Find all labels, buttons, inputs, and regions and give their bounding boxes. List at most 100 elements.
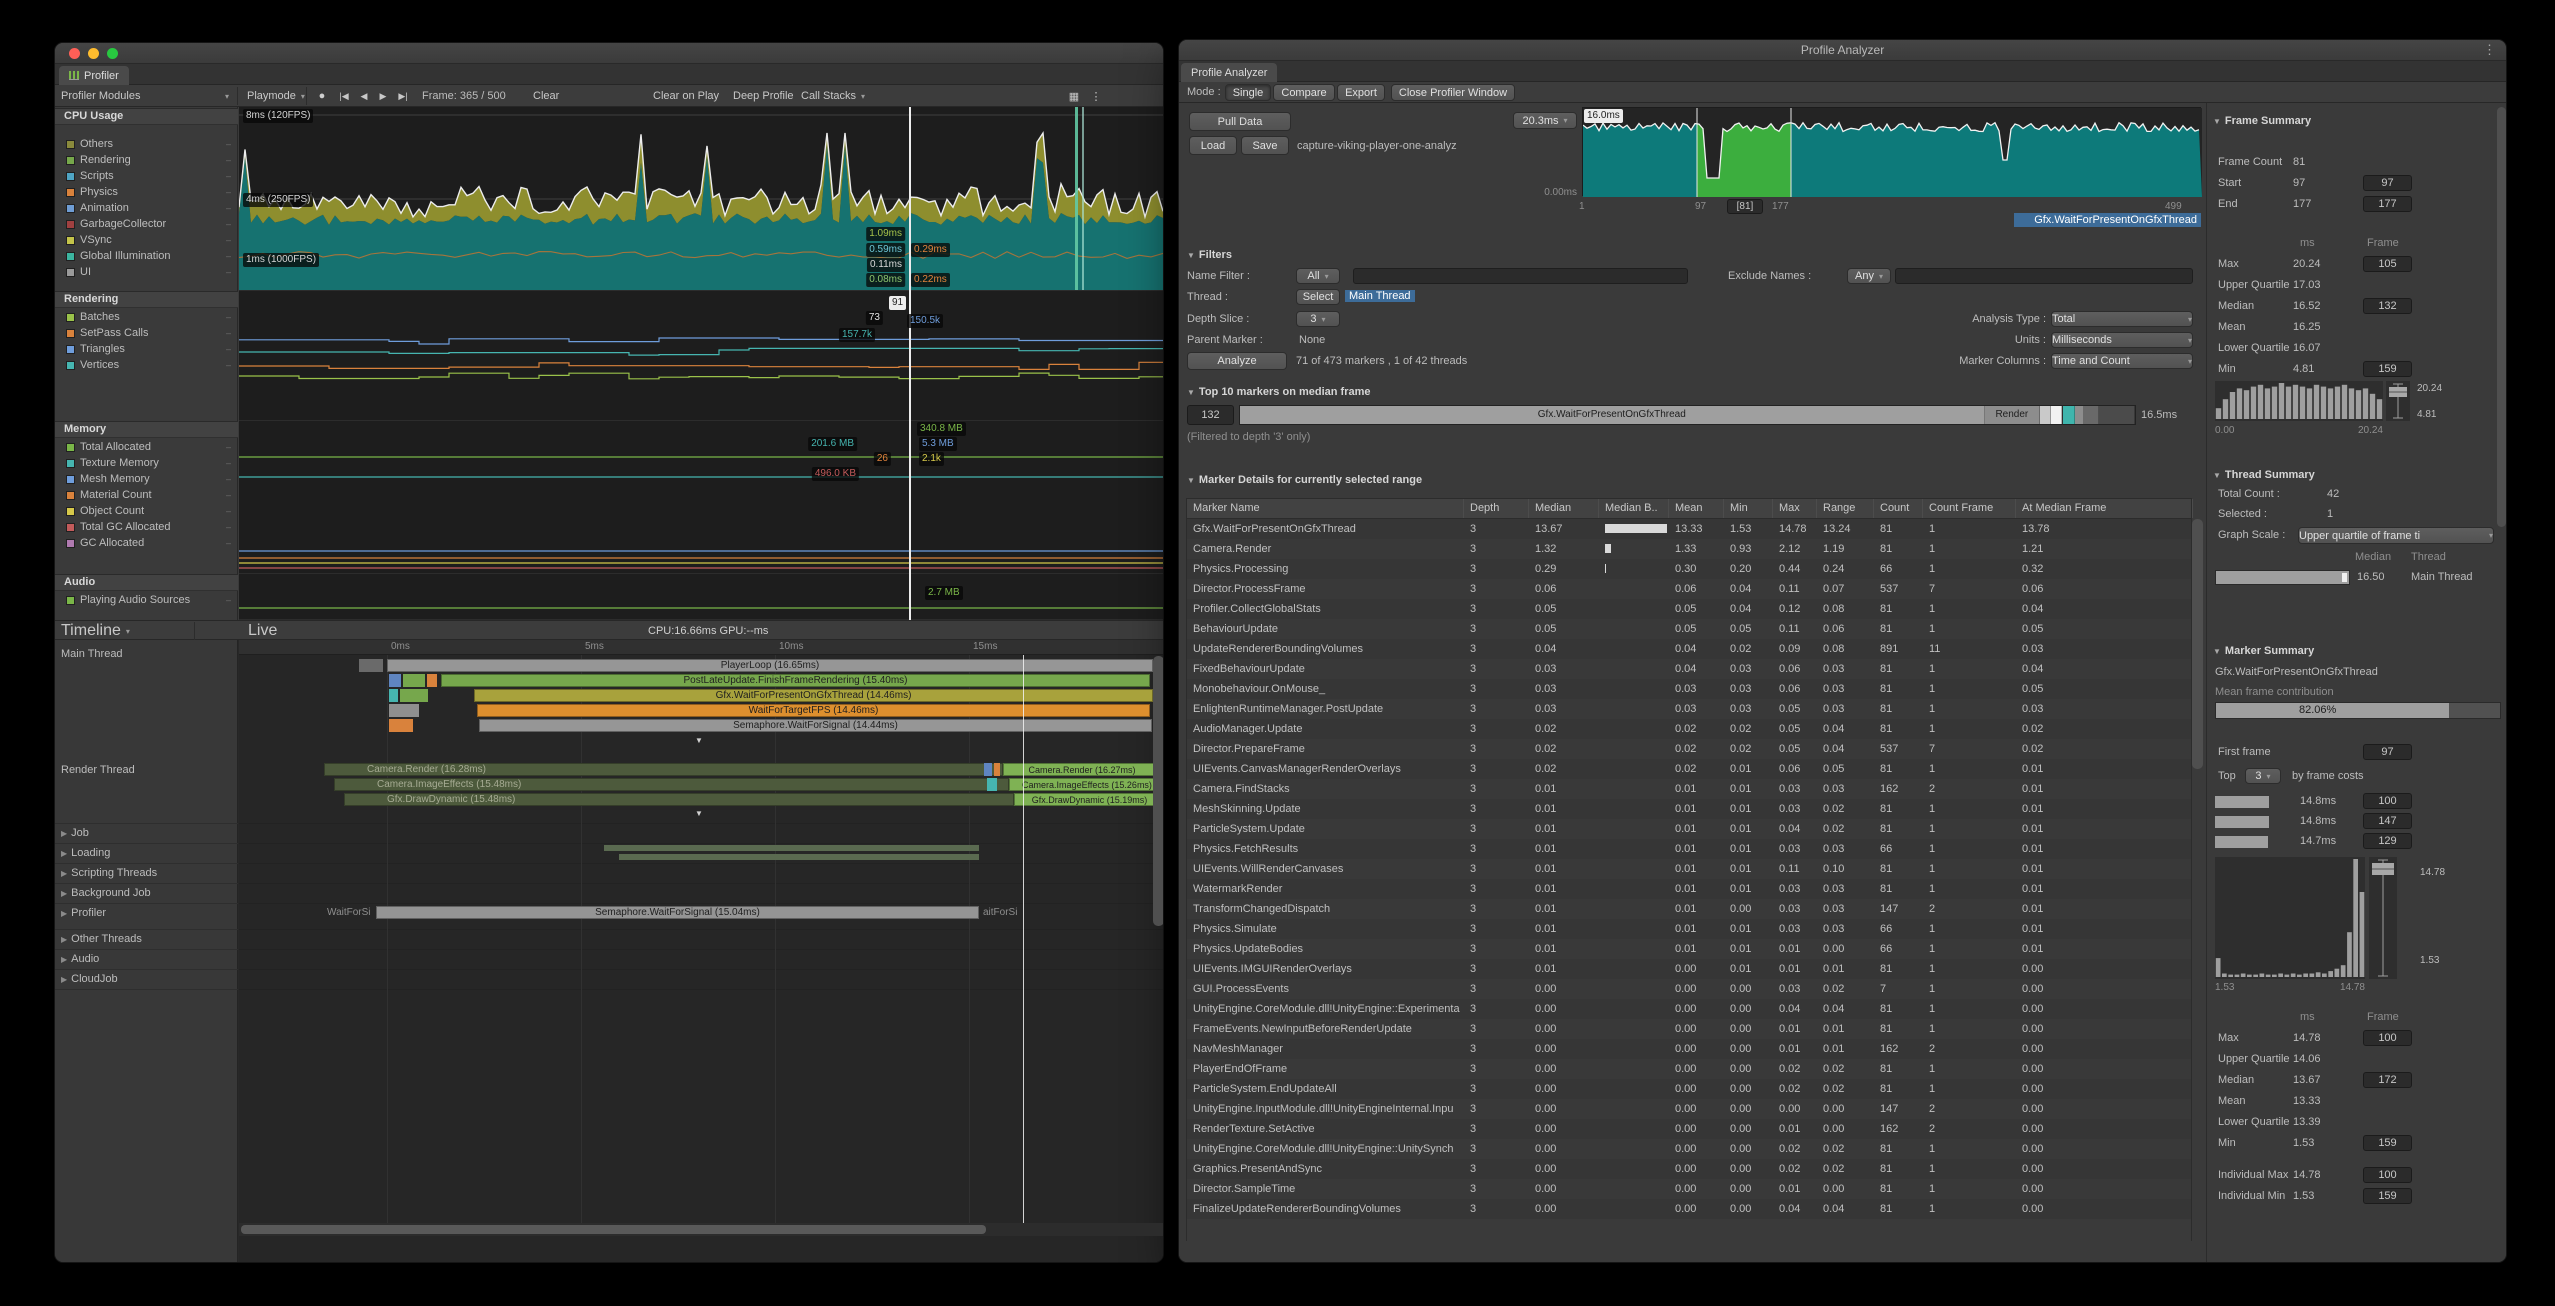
module-item-global-illumination[interactable]: Global Illumination– — [55, 248, 238, 264]
playmode-dropdown[interactable]: Playmode ▾ — [241, 87, 307, 105]
timeline-thread-audio[interactable]: ▶Audio — [61, 953, 99, 965]
median-frame-button[interactable]: 132 — [1187, 405, 1234, 425]
module-item-total-gc-allocated[interactable]: Total GC Allocated– — [55, 519, 238, 535]
module-header-audio[interactable]: Audio — [55, 574, 238, 591]
timeline-segment[interactable] — [427, 674, 437, 687]
frame-time-histogram[interactable] — [2215, 381, 2383, 421]
thread-select-button[interactable]: Select — [1296, 289, 1340, 305]
profiler-charts[interactable]: 8ms (120FPS)4ms (250FPS)1ms (1000FPS)1.0… — [239, 107, 1164, 620]
module-item-vertices[interactable]: Vertices– — [55, 357, 238, 373]
pull-data-button[interactable]: Pull Data — [1189, 112, 1291, 131]
timeline-bar-semaphore-waitforsignal[interactable]: Semaphore.WaitForSignal (14.44ms) — [479, 719, 1152, 732]
timeline-bar-thin[interactable] — [604, 845, 979, 851]
call-stacks-dropdown[interactable]: Call Stacks ▾ — [795, 87, 871, 105]
first-frame-button[interactable]: |◀ — [334, 87, 354, 105]
tab-profiler[interactable]: Profiler — [59, 66, 129, 85]
table-scrollbar[interactable] — [2192, 519, 2203, 769]
frame-summary-stat-frame-button[interactable]: 159 — [2363, 361, 2412, 377]
frame-time-chart[interactable] — [1582, 107, 2201, 196]
module-item-setpass-calls[interactable]: SetPass Calls– — [55, 325, 238, 341]
timeline-segment[interactable] — [403, 674, 425, 687]
table-row[interactable]: Camera.FindStacks30.010.010.010.030.0316… — [1187, 779, 2191, 799]
name-filter-input[interactable] — [1353, 268, 1688, 284]
table-row[interactable]: Monobehaviour.OnMouse_30.030.030.030.060… — [1187, 679, 2191, 699]
top10-segment[interactable] — [2040, 406, 2051, 424]
table-row[interactable]: WatermarkRender30.010.010.010.030.038110… — [1187, 879, 2191, 899]
timeline-bar-postlateupdate-finishframerendering[interactable]: PostLateUpdate.FinishFrameRendering (15.… — [441, 674, 1150, 687]
module-header-cpu-usage[interactable]: CPU Usage — [55, 108, 238, 125]
timeline-ruler[interactable] — [239, 640, 1164, 655]
table-row[interactable]: Director.SampleTime30.000.000.000.010.00… — [1187, 1179, 2191, 1199]
timeline-thread-job[interactable]: ▶Job — [61, 827, 89, 839]
frame-summary-header[interactable]: ▼Frame Summary — [2213, 115, 2311, 127]
timeline-bar-waitfortargetfps[interactable]: WaitForTargetFPS (14.46ms) — [477, 704, 1150, 717]
timeline-thread-background-job[interactable]: ▶Background Job — [61, 887, 151, 899]
marker-summary-stat-frame-button[interactable]: 100 — [2363, 1167, 2412, 1183]
column-header-at-median-frame[interactable]: At Median Frame — [2016, 499, 2193, 518]
marker-summary-stat-frame-button[interactable]: 159 — [2363, 1188, 2412, 1204]
timeline-segment[interactable] — [994, 763, 1000, 776]
close-profiler-window-button[interactable]: Close Profiler Window — [1391, 84, 1515, 101]
table-row[interactable]: UnityEngine.InputModule.dll!UnityEngineI… — [1187, 1099, 2191, 1119]
save-button[interactable]: Save — [1241, 136, 1289, 155]
timeline-horizontal-scrollbar[interactable] — [239, 1223, 1164, 1236]
top10-segment[interactable] — [2099, 406, 2135, 424]
timeline-bar-camera-imageeffects[interactable]: Camera.ImageEffects (15.26ms) — [1009, 778, 1164, 791]
mode-button-compare[interactable]: Compare — [1273, 84, 1335, 101]
record-button[interactable]: ● — [313, 87, 331, 105]
timeline-bar-dim[interactable]: Camera.Render (16.28ms) — [324, 763, 1003, 776]
exclude-mode-dropdown[interactable]: Any▾ — [1847, 268, 1891, 284]
module-item-physics[interactable]: Physics– — [55, 184, 238, 200]
table-row[interactable]: RenderTexture.SetActive30.000.000.000.01… — [1187, 1119, 2191, 1139]
marker-summary-stat-frame-button[interactable]: 100 — [2363, 1030, 2412, 1046]
name-filter-mode-dropdown[interactable]: All▾ — [1296, 268, 1340, 284]
marker-time-histogram[interactable] — [2215, 857, 2365, 979]
timeline-thread-cloudjob[interactable]: ▶CloudJob — [61, 973, 118, 985]
table-row[interactable]: BehaviourUpdate30.050.050.050.110.068110… — [1187, 619, 2191, 639]
column-header-marker-name[interactable]: Marker Name — [1187, 499, 1464, 518]
table-row[interactable]: ParticleSystem.Update30.010.010.010.040.… — [1187, 819, 2191, 839]
filters-section-header[interactable]: ▼Filters — [1187, 249, 1232, 261]
table-row[interactable]: UpdateRendererBoundingVolumes30.040.040.… — [1187, 639, 2191, 659]
top10-segment[interactable] — [2075, 406, 2084, 424]
fold-arrow-icon[interactable]: ▼ — [695, 809, 703, 818]
timeline-segment[interactable] — [389, 719, 413, 732]
table-row[interactable]: Physics.Simulate30.010.010.010.030.03661… — [1187, 919, 2191, 939]
next-frame-button[interactable]: ▶ — [374, 87, 392, 105]
timeline-segment[interactable] — [400, 689, 428, 702]
timeline-thread-other-threads[interactable]: ▶Other Threads — [61, 933, 142, 945]
start-frame-button[interactable]: 97 — [2363, 175, 2412, 191]
top10-section-header[interactable]: ▼Top 10 markers on median frame — [1187, 386, 1371, 398]
exclude-names-input[interactable] — [1895, 268, 2193, 284]
column-header-depth[interactable]: Depth — [1464, 499, 1529, 518]
analyzer-titlebar[interactable]: Profile Analyzer ⋮ — [1179, 40, 2506, 61]
column-header-mean[interactable]: Mean — [1669, 499, 1724, 518]
timeline-bar-semaphore[interactable]: Semaphore.WaitForSignal (15.04ms) — [376, 906, 979, 919]
timeline-segment[interactable] — [389, 674, 401, 687]
timeline-segment[interactable] — [984, 763, 992, 776]
top10-segment[interactable] — [2051, 406, 2063, 424]
timeline-thread-main-thread[interactable]: Main Thread — [61, 648, 123, 660]
cpu-usage-chart[interactable]: 8ms (120FPS)4ms (250FPS)1ms (1000FPS)1.0… — [239, 107, 1164, 291]
module-item-playing-audio-sources[interactable]: Playing Audio Sources– — [55, 592, 238, 608]
unity-titlebar[interactable] — [55, 43, 1163, 64]
table-row[interactable]: EnlightenRuntimeManager.PostUpdate30.030… — [1187, 699, 2191, 719]
summary-scrollbar[interactable] — [2497, 107, 2506, 527]
table-row[interactable]: Profiler.CollectGlobalStats30.050.050.04… — [1187, 599, 2191, 619]
module-item-rendering[interactable]: Rendering– — [55, 152, 238, 168]
table-row[interactable]: Physics.FetchResults30.010.010.010.030.0… — [1187, 839, 2191, 859]
timeline-canvas[interactable]: 0ms5ms10ms15msPlayerLoop (16.65ms)PostLa… — [239, 640, 1164, 1263]
table-row[interactable]: FinalizeUpdateRendererBoundingVolumes30.… — [1187, 1199, 2191, 1219]
top10-segment[interactable] — [2063, 406, 2076, 424]
module-item-batches[interactable]: Batches– — [55, 309, 238, 325]
timeline-bar-gfx-waitforpresentongfxthread[interactable]: Gfx.WaitForPresentOnGfxThread (14.46ms) — [474, 689, 1153, 702]
live-toggle[interactable]: Live — [242, 622, 283, 640]
analyze-button[interactable]: Analyze — [1187, 352, 1287, 370]
module-item-material-count[interactable]: Material Count– — [55, 487, 238, 503]
profiler-modules-dropdown[interactable]: Profiler Modules ▾ — [55, 87, 238, 105]
timeline-thread-scripting-threads[interactable]: ▶Scripting Threads — [61, 867, 157, 879]
table-row[interactable]: MeshSkinning.Update30.010.010.010.030.02… — [1187, 799, 2191, 819]
mode-button-export[interactable]: Export — [1337, 84, 1385, 101]
module-item-mesh-memory[interactable]: Mesh Memory– — [55, 471, 238, 487]
marker-summary-stat-frame-button[interactable]: 172 — [2363, 1072, 2412, 1088]
